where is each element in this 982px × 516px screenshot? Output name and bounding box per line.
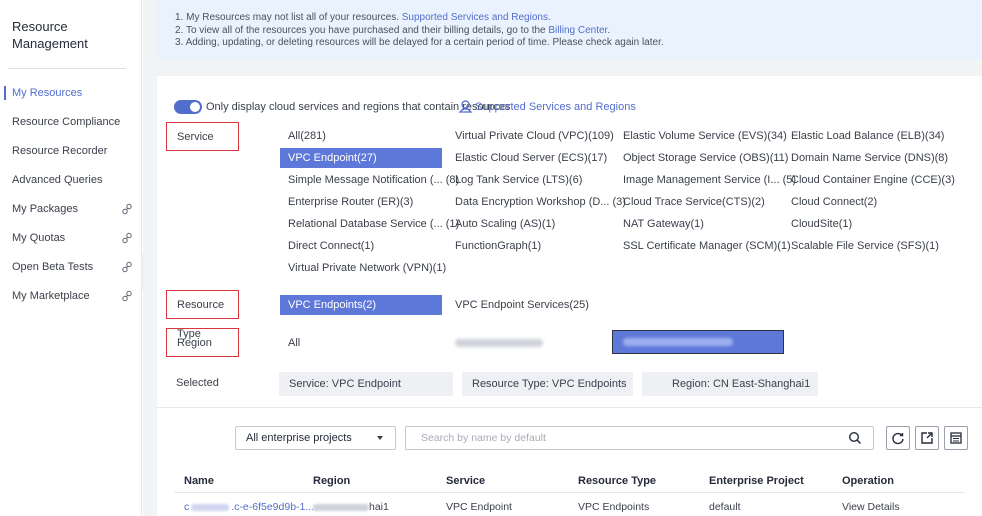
notice-text: . [607, 24, 611, 36]
notice-line-3: 3. Adding, updating, or deleting resourc… [175, 37, 664, 48]
column-header-resource-type[interactable]: Resource Type [578, 474, 656, 488]
notice-banner: 1. My Resources may not list all of your… [157, 0, 982, 60]
sidebar: Resource Management My Resources Resourc… [0, 0, 142, 516]
column-header-service[interactable]: Service [446, 474, 485, 488]
column-header-region[interactable]: Region [313, 474, 350, 488]
sidebar-divider [8, 68, 126, 69]
billing-center-link[interactable]: Billing Center [548, 25, 607, 36]
table-header-divider [174, 492, 965, 493]
cell-name[interactable]: c .c-e-6f5e9d9b-1.... [184, 500, 317, 514]
sidebar-item-resource-compliance[interactable]: Resource Compliance [0, 112, 141, 132]
sidebar-item-label: Advanced Queries [12, 174, 103, 186]
name-link-prefix[interactable]: c [184, 501, 189, 513]
enterprise-project-select[interactable]: All enterprise projects [235, 426, 396, 450]
notice-text: 2. To view all of the resources you have… [175, 24, 546, 36]
list-settings-icon [950, 432, 962, 444]
caret-down-icon [377, 436, 383, 440]
external-link-icon [122, 261, 132, 273]
table-section: All enterprise projects Search by name b… [157, 76, 982, 516]
cell-enterprise-project: default [709, 501, 741, 513]
column-header-operation: Operation [842, 475, 894, 487]
sidebar-item-open-beta-tests[interactable]: Open Beta Tests [0, 257, 141, 277]
main-content: 1. My Resources may not list all of your… [143, 0, 982, 516]
sidebar-item-label: My Quotas [12, 232, 66, 244]
sidebar-item-resource-recorder[interactable]: Resource Recorder [0, 141, 141, 161]
redacted-region [313, 503, 369, 511]
sidebar-item-my-resources[interactable]: My Resources [0, 83, 141, 103]
external-link-icon [122, 203, 132, 215]
sidebar-item-label: Resource Compliance [12, 116, 121, 128]
column-header-enterprise-project[interactable]: Enterprise Project [709, 474, 804, 488]
name-link-suffix[interactable]: .c-e-6f5e9d9b-1.... [231, 501, 317, 513]
external-link-icon [122, 232, 132, 244]
export-button[interactable] [915, 426, 939, 450]
region-suffix: hai1 [369, 501, 389, 513]
export-icon [921, 432, 933, 444]
sidebar-title: Resource Management [12, 19, 88, 51]
sidebar-item-advanced-queries[interactable]: Advanced Queries [0, 170, 141, 190]
column-settings-button[interactable] [944, 426, 968, 450]
view-details-link[interactable]: View Details [842, 500, 900, 514]
notice-line-2: 2. To view all of the resources you have… [175, 25, 982, 38]
cell-region: hai1 [313, 500, 389, 514]
sidebar-item-label: My Packages [12, 203, 79, 215]
sidebar-item-label: My Marketplace [12, 290, 90, 302]
notice-line-1: 1. My Resources may not list all of your… [175, 12, 982, 25]
cell-resource-type: VPC Endpoints [578, 501, 650, 513]
sidebar-item-label: Open Beta Tests [12, 261, 94, 273]
refresh-button[interactable] [886, 426, 910, 450]
search-icon[interactable] [848, 431, 862, 445]
sidebar-item-label: Resource Recorder [12, 145, 108, 157]
select-value: All enterprise projects [246, 432, 352, 444]
refresh-icon [892, 432, 904, 445]
supported-services-link[interactable]: Supported Services and Regions. [402, 12, 551, 23]
notice-text: 1. My Resources may not list all of your… [175, 12, 399, 23]
sidebar-item-my-quotas[interactable]: My Quotas [0, 228, 141, 248]
search-placeholder: Search by name by default [421, 432, 546, 444]
external-link-icon [122, 290, 132, 302]
sidebar-item-my-marketplace[interactable]: My Marketplace [0, 286, 141, 306]
sidebar-item-my-packages[interactable]: My Packages [0, 199, 141, 219]
redacted-name [191, 503, 230, 511]
sidebar-item-label: My Resources [12, 87, 83, 99]
cell-service: VPC Endpoint [446, 501, 512, 513]
column-header-name[interactable]: Name [184, 474, 214, 488]
